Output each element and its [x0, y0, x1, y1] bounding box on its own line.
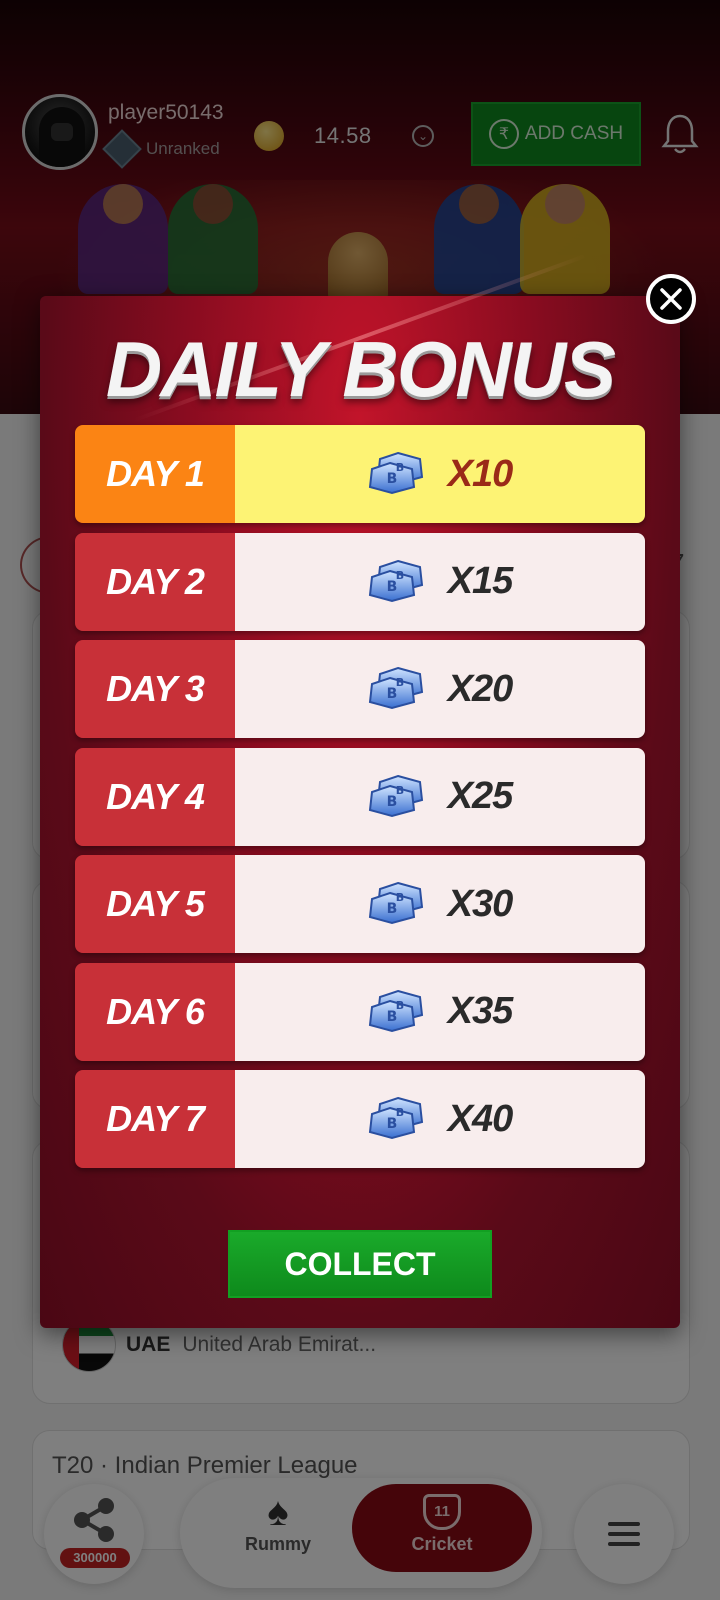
- svg-text:B: B: [395, 999, 403, 1012]
- modal-title: DAILY BONUS: [105, 325, 616, 413]
- day-row: DAY 2 B B X15: [75, 532, 645, 631]
- bonus-gem-icon: BB: [368, 879, 436, 929]
- reward-amount: X20: [447, 667, 514, 710]
- bonus-gem-icon: BB: [368, 557, 436, 607]
- bonus-gem-icon: BB: [368, 664, 436, 714]
- reward-amount: X35: [447, 990, 514, 1032]
- day-row: DAY 3 B B X20: [75, 640, 645, 738]
- day-reward: B B X15: [235, 532, 645, 631]
- collect-button[interactable]: COLLECT: [228, 1230, 492, 1298]
- day-reward: B B X20: [235, 640, 645, 738]
- day-row: DAY 4 B B X25: [75, 747, 645, 846]
- reward-amount: X25: [447, 775, 514, 817]
- day-reward: B B X40: [235, 1070, 645, 1168]
- day-row: DAY 6 B B X35: [75, 962, 645, 1061]
- reward-amount: X10: [447, 452, 514, 495]
- day-label: DAY 2: [75, 532, 235, 631]
- day-reward: B B X35: [235, 962, 645, 1061]
- day-label: DAY 1: [75, 425, 235, 523]
- svg-text:B: B: [395, 569, 403, 582]
- close-icon: [660, 288, 682, 310]
- day-row: DAY 7 B B X40: [75, 1070, 645, 1168]
- reward-amount: X40: [447, 1097, 514, 1140]
- bonus-gem-icon: BB: [368, 987, 436, 1037]
- reward-amount: X15: [447, 560, 514, 602]
- day-reward: B B X30: [235, 855, 645, 953]
- day-row: DAY 1 B B X10: [75, 425, 645, 523]
- day-label: DAY 3: [75, 640, 235, 738]
- daily-bonus-modal: DAILY BONUS DAY 1 B B X10 DAY 2 B B X15 DAY 3BBX…: [40, 296, 680, 1328]
- day-label: DAY 6: [75, 962, 235, 1061]
- svg-text:B: B: [395, 676, 403, 689]
- svg-text:B: B: [395, 1106, 403, 1119]
- bonus-gem-icon: BB: [368, 1094, 436, 1144]
- bonus-gem-icon: BB: [368, 772, 436, 822]
- svg-text:B: B: [395, 784, 403, 797]
- svg-text:B: B: [395, 461, 403, 474]
- day-label: DAY 4: [75, 747, 235, 846]
- day-reward: B B X25: [235, 747, 645, 846]
- reward-amount: X30: [447, 882, 514, 925]
- bonus-gem-icon: BB: [368, 449, 436, 499]
- svg-text:B: B: [395, 891, 403, 904]
- day-row: DAY 5 B B X30: [75, 855, 645, 953]
- day-reward: B B X10: [235, 425, 645, 523]
- day-label: DAY 7: [75, 1070, 235, 1168]
- day-label: DAY 5: [75, 855, 235, 953]
- close-button[interactable]: [646, 274, 696, 324]
